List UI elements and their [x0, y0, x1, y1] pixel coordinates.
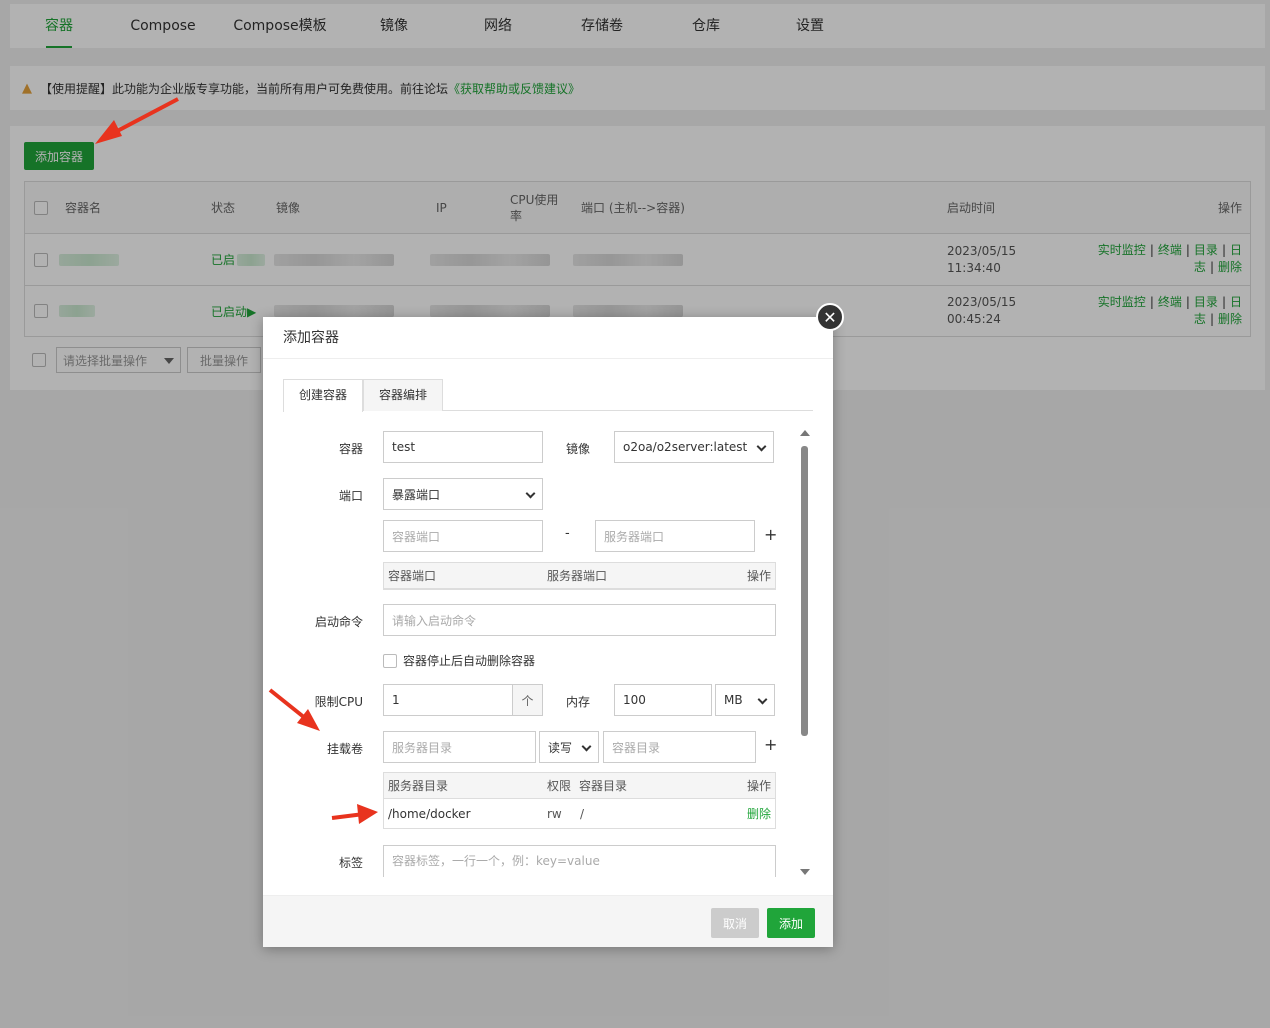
chevron-down-icon	[756, 441, 767, 452]
volume-server-dir: /home/docker	[388, 806, 471, 821]
tags-textarea[interactable]: 容器标签，一行一个，例：key=value	[383, 845, 776, 877]
chevron-down-icon	[581, 741, 592, 752]
label-memory: 内存	[565, 695, 590, 709]
scroll-thumb[interactable]	[801, 446, 808, 736]
volume-delete-link[interactable]: 删除	[747, 799, 771, 828]
label-cpu: 限制CPU	[314, 695, 363, 709]
dialog-footer: 取消 添加	[263, 895, 833, 947]
tab-create-container[interactable]: 创建容器	[283, 379, 364, 412]
port-mode-value: 暴露端口	[392, 487, 441, 502]
cancel-button[interactable]: 取消	[711, 908, 759, 938]
chevron-down-icon	[757, 694, 768, 705]
volume-col-ops: 操作	[746, 779, 771, 793]
server-dir-input[interactable]: 服务器目录	[383, 731, 536, 763]
label-port: 端口	[338, 489, 363, 503]
volume-mode-value: 读写	[548, 740, 573, 755]
add-volume-icon[interactable]: +	[764, 735, 777, 754]
memory-unit-value: MB	[724, 693, 743, 707]
cpu-input[interactable]: 1	[383, 684, 513, 716]
label-command: 启动命令	[314, 615, 363, 629]
add-port-icon[interactable]: +	[764, 525, 777, 544]
auto-remove-label: 容器停止后自动删除容器	[403, 654, 536, 668]
form-scrollbar[interactable]	[800, 430, 810, 875]
command-input[interactable]: 请输入启动命令	[383, 604, 776, 636]
label-image: 镜像	[565, 442, 590, 456]
volume-col-perm: 权限	[547, 779, 572, 793]
label-volume: 挂载卷	[326, 742, 363, 756]
tab-container-compose[interactable]: 容器编排	[363, 379, 444, 411]
port-table-header: 容器端口 服务器端口 操作	[384, 563, 775, 589]
volume-container-dir: /	[580, 806, 585, 821]
close-icon[interactable]: ✕	[816, 303, 844, 331]
port-col-server: 服务器端口	[547, 569, 608, 583]
server-port-input[interactable]: 服务器端口	[595, 520, 755, 552]
scroll-up-icon[interactable]	[800, 430, 810, 436]
label-tag: 标签	[338, 856, 363, 870]
volume-perm: rw	[547, 806, 562, 821]
port-col-ops: 操作	[746, 569, 771, 583]
add-container-dialog: 添加容器 ✕ 创建容器 容器编排 容器 test 镜像 o2oa/o2serve…	[263, 303, 844, 947]
volume-col-container: 容器目录	[579, 779, 628, 793]
image-select[interactable]: o2oa/o2server:latest	[614, 431, 774, 463]
auto-remove-row[interactable]: 容器停止后自动删除容器	[383, 652, 535, 669]
dialog-tabs: 创建容器 容器编排	[283, 379, 813, 412]
dialog-title: 添加容器	[263, 317, 833, 359]
table-row: /home/docker rw / 删除	[384, 799, 775, 828]
memory-input[interactable]: 100	[614, 684, 712, 716]
volume-table: 服务器目录 权限 容器目录 操作 /home/docker rw / 删除	[383, 772, 776, 829]
scroll-down-icon[interactable]	[800, 869, 810, 875]
port-dash: -	[565, 526, 570, 541]
memory-unit-select[interactable]: MB	[715, 684, 775, 716]
image-select-value: o2oa/o2server:latest	[623, 440, 748, 454]
volume-mode-select[interactable]: 读写	[539, 731, 599, 763]
container-dir-input[interactable]: 容器目录	[603, 731, 756, 763]
port-table: 容器端口 服务器端口 操作	[383, 562, 776, 590]
auto-remove-checkbox[interactable]	[383, 653, 397, 668]
port-col-container: 容器端口	[388, 569, 437, 583]
add-button[interactable]: 添加	[767, 908, 815, 938]
label-container: 容器	[338, 442, 363, 456]
container-port-input[interactable]: 容器端口	[383, 520, 543, 552]
volume-col-server: 服务器目录	[388, 779, 449, 793]
volume-table-header: 服务器目录 权限 容器目录 操作	[384, 773, 775, 799]
port-mode-select[interactable]: 暴露端口	[383, 478, 543, 510]
create-form: 容器 test 镜像 o2oa/o2server:latest 端口 暴露端口 …	[263, 422, 833, 877]
chevron-down-icon	[525, 488, 536, 499]
